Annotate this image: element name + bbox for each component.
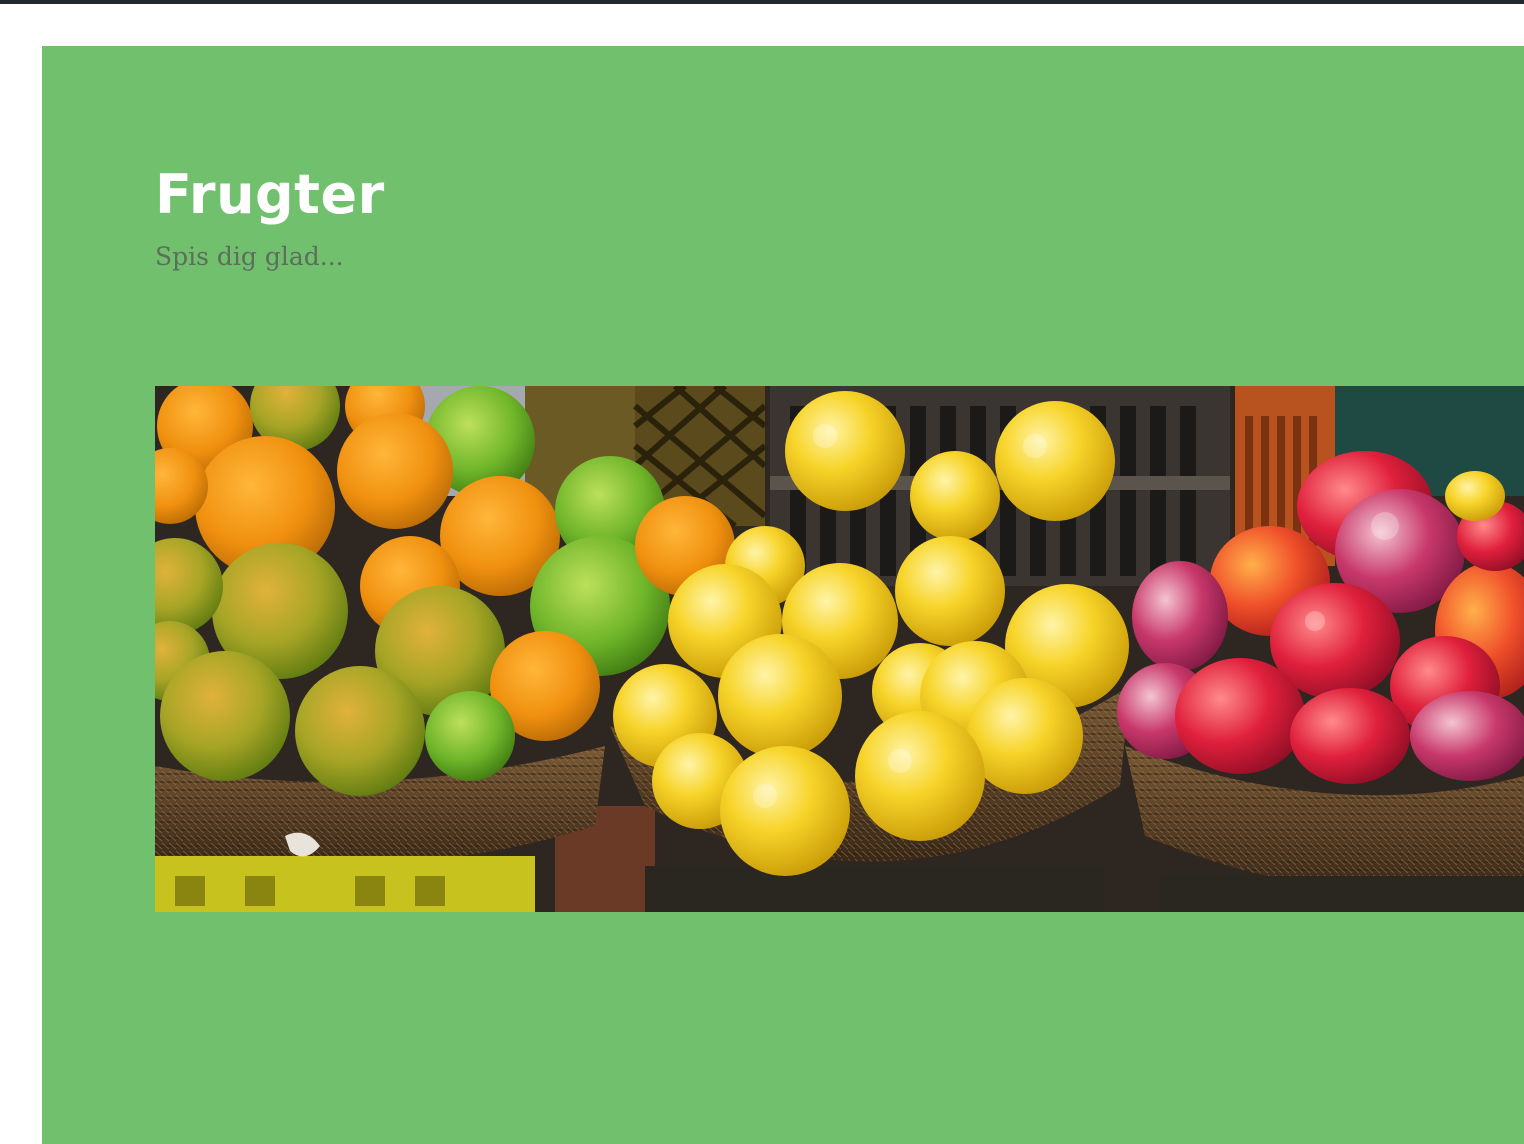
header-image: [155, 386, 1524, 912]
site-tagline: Spis dig glad...: [155, 242, 344, 271]
admin-top-bar: [0, 0, 1524, 4]
fruit-baskets-photo: [155, 386, 1524, 912]
site-title[interactable]: Frugter: [155, 160, 385, 230]
site-header-panel: Frugter Spis dig glad...: [42, 46, 1524, 1144]
